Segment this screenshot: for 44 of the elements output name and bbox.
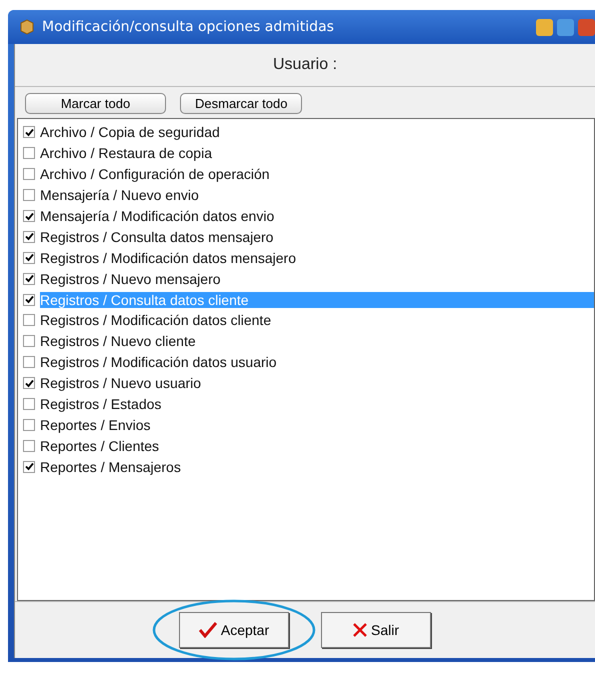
checkbox[interactable] xyxy=(23,460,35,473)
option-item[interactable]: Mensajería / Modificación datos envio xyxy=(18,206,594,226)
minimize-button[interactable] xyxy=(536,18,553,36)
close-icon xyxy=(352,623,367,637)
checkbox[interactable] xyxy=(23,210,35,222)
checkbox[interactable] xyxy=(23,272,35,285)
option-item[interactable]: Registros / Modificación datos cliente xyxy=(18,310,594,331)
option-item[interactable]: Archivo / Copia de seguridad xyxy=(18,122,594,143)
toolbar-button[interactable]: Marcar todo xyxy=(25,93,166,114)
option-item[interactable]: Reportes / Clientes xyxy=(18,435,594,456)
option-item[interactable]: Mensajería / Nuevo envio xyxy=(18,184,594,206)
checkbox[interactable] xyxy=(23,189,35,202)
checkbox[interactable] xyxy=(23,440,35,452)
option-item[interactable]: Registros / Consulta datos mensajero xyxy=(18,226,594,248)
checkbox[interactable] xyxy=(23,356,35,368)
window-title: Modificación/consulta opciones admitidas xyxy=(42,19,335,35)
checkbox[interactable] xyxy=(23,398,35,410)
checkbox[interactable] xyxy=(23,377,35,390)
checkbox[interactable] xyxy=(23,147,35,160)
option-item[interactable]: Registros / Modificación datos usuario xyxy=(18,352,594,373)
option-item[interactable]: Registros / Nuevo usuario xyxy=(18,372,594,394)
checkbox[interactable] xyxy=(23,126,35,138)
checkbox[interactable] xyxy=(23,335,35,348)
option-item[interactable]: Registros / Modificación datos mensajero xyxy=(18,247,594,268)
option-item[interactable]: Reportes / Mensajeros xyxy=(18,456,594,478)
option-item[interactable]: Archivo / Restaura de copia xyxy=(18,142,594,164)
maximize-button[interactable] xyxy=(557,18,574,36)
accept-button[interactable]: Aceptar xyxy=(179,612,289,648)
user-label: Usuario : xyxy=(272,56,338,74)
checkmark-icon xyxy=(198,622,217,638)
checkbox[interactable] xyxy=(23,168,35,180)
checkbox[interactable] xyxy=(23,252,35,264)
checkbox[interactable] xyxy=(23,230,35,243)
toolbar-button[interactable]: Desmarcar todo xyxy=(180,93,302,114)
app-icon xyxy=(18,18,36,36)
checkbox[interactable] xyxy=(23,418,35,431)
option-item[interactable]: Registros / Estados xyxy=(18,394,594,414)
option-item[interactable]: Registros / Nuevo mensajero xyxy=(18,268,594,290)
checkbox[interactable] xyxy=(23,314,35,326)
option-item[interactable]: Archivo / Configuración de operación xyxy=(18,164,594,185)
checkbox[interactable] xyxy=(23,294,35,306)
exit-button[interactable]: Salir xyxy=(321,612,431,648)
option-item[interactable]: Registros / Nuevo cliente xyxy=(18,330,594,352)
option-item[interactable]: Reportes / Envios xyxy=(18,414,594,436)
